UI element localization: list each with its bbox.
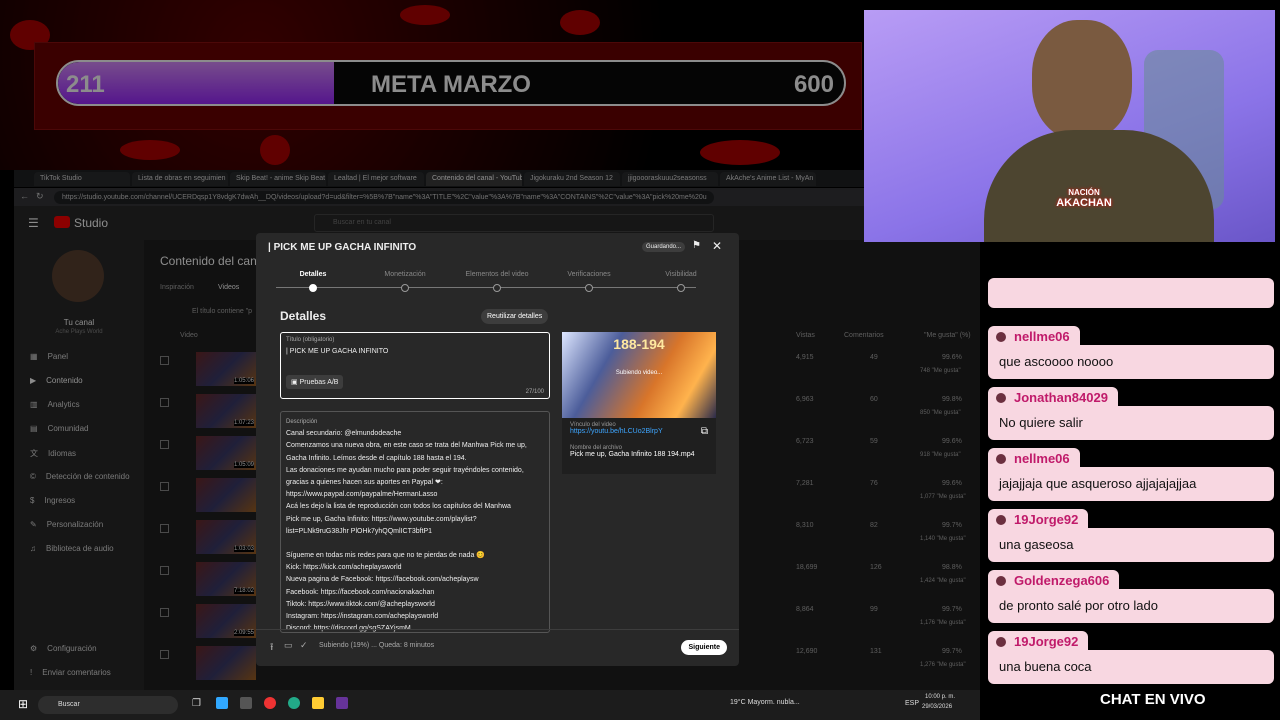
description-line: Acá les dejo la lista de reproducción co…: [286, 503, 511, 511]
description-label: Descripción: [286, 419, 318, 425]
user-badge-icon: [996, 454, 1006, 464]
saving-status: Guardando...: [642, 242, 686, 252]
title-value[interactable]: | PICK ME UP GACHA INFINITO: [286, 348, 544, 355]
check-icon: ✓: [300, 640, 308, 650]
description-line: Gacha Infinito. Leímos desde el capítulo…: [286, 454, 467, 462]
description-line: Facebook: https://facebook.com/nacionaka…: [286, 588, 435, 596]
step-elementos[interactable]: Elementos del video: [457, 271, 537, 278]
description-line: gracias a quienes hacen sus aportes en P…: [286, 479, 443, 487]
description-line: Sígueme en todas mis redes para que no t…: [286, 552, 486, 560]
uploading-overlay: Subiendo video...: [615, 370, 663, 376]
video-link[interactable]: https://youtu.be/hLCUo2BlrpY: [570, 428, 708, 435]
photoshop-icon[interactable]: [216, 697, 228, 709]
description-line: Tiktok: https://www.tiktok.com/@acheplay…: [286, 600, 435, 608]
video-thumbnail: 188-194 Subiendo video...: [562, 332, 716, 418]
chat-message: No quiere salir: [988, 406, 1274, 440]
chat-message: de pronto salé por otro lado: [988, 589, 1274, 623]
video-info: Vínculo del video https://youtu.be/hLCUo…: [562, 418, 716, 474]
user-badge-icon: [996, 332, 1006, 342]
chat-message-clipped: [988, 278, 1274, 308]
step-visibilidad[interactable]: Visibilidad: [641, 271, 721, 278]
taskbar-search[interactable]: Buscar: [38, 696, 178, 714]
streamer-face: [1032, 20, 1132, 140]
dialog-footer: ⭱ ▭ ✓ Subiendo (19%) ... Queda: 8 minuto…: [256, 629, 739, 666]
premiere-icon[interactable]: [336, 697, 348, 709]
feedback-icon[interactable]: ⚑: [692, 240, 701, 251]
app-icon[interactable]: [240, 697, 252, 709]
description-line: Instagram: https://instagram.com/achepla…: [286, 613, 439, 621]
next-button[interactable]: Siguiente: [681, 640, 727, 655]
chat-message: jajajjaja que asqueroso ajjajajajjaa: [988, 467, 1274, 501]
thumbnail-caption: 188-194: [613, 336, 665, 352]
user-badge-icon: [996, 576, 1006, 586]
reuse-details-button[interactable]: Reutilizar detalles: [481, 309, 549, 324]
obs-icon[interactable]: [264, 697, 276, 709]
description-line: Canal secundario: @elmundodeache: [286, 430, 402, 438]
chat-panel: nellme06 que ascoooo noooo Jonathan84029 No…: [988, 264, 1274, 689]
upload-stepper: Detalles Monetización Elementos del vide…: [273, 271, 697, 292]
description-line: Nueva pagina de Facebook: https://facebo…: [286, 576, 479, 584]
user-badge-icon: [996, 393, 1006, 403]
file-name: Pick me up, Gacha Infinito 188 194.mp4: [570, 451, 695, 458]
upload-dialog: | PICK ME UP GACHA INFINITO Guardando...…: [256, 233, 739, 666]
description-line: Kick: https://kick.com/acheplaysworld: [286, 564, 402, 572]
title-field[interactable]: Título (obligatorio) | PICK ME UP GACHA …: [280, 332, 550, 399]
description-line: https://www.paypal.com/paypalme/HermanLa…: [286, 491, 438, 499]
description-text[interactable]: Canal secundario: @elmundodeache Comenzam…: [286, 428, 544, 632]
step-dot: [677, 284, 685, 292]
step-verificaciones[interactable]: Verificaciones: [549, 271, 629, 278]
copy-icon[interactable]: ⧉: [701, 426, 708, 437]
upload-status: Subiendo (19%) ... Queda: 8 minutos: [319, 642, 435, 649]
chat-label: CHAT EN VIVO: [1100, 691, 1206, 708]
ab-icon: ▣: [291, 379, 300, 386]
close-icon[interactable]: ✕: [712, 239, 722, 253]
description-line: [286, 538, 544, 550]
title-char-count: 27/100: [525, 389, 544, 395]
folder-icon[interactable]: [312, 697, 324, 709]
nation-badge: NACIÓN AKACHAN: [1056, 188, 1112, 209]
weather-status[interactable]: 19°C Mayorm. nubla...: [730, 699, 800, 706]
start-icon[interactable]: ⊞: [18, 697, 28, 711]
taskview-icon[interactable]: ❐: [192, 698, 201, 709]
ab-test-button[interactable]: ▣ Pruebas A/B: [286, 375, 344, 389]
description-line: Las donaciones me ayudan mucho para pode…: [286, 466, 524, 474]
description-line: Comenzamos una nueva obra, en este caso …: [286, 442, 527, 450]
step-detalles[interactable]: Detalles: [273, 271, 353, 278]
user-badge-icon: [996, 637, 1006, 647]
chat-message: una gaseosa: [988, 528, 1274, 562]
user-badge-icon: [996, 515, 1006, 525]
description-field[interactable]: Descripción Canal secundario: @elmundode…: [280, 411, 550, 633]
step-dot: [585, 284, 593, 292]
taskbar: ⊞ Buscar ❐ 19°C Mayorm. nubla... ESP 10:…: [0, 690, 980, 720]
clock-date[interactable]: 29/03/2026: [922, 704, 952, 710]
chat-message: una buena coca: [988, 650, 1274, 684]
dialog-title: | PICK ME UP GACHA INFINITO: [268, 242, 417, 253]
step-dot: [401, 284, 409, 292]
browser-icon[interactable]: [288, 697, 300, 709]
upload-icon: ⭱: [270, 642, 274, 653]
clock-time[interactable]: 10:00 p. m.: [925, 694, 955, 700]
description-line: list=PLNk9ruG38Jhr PlOHk7yhQQmlICT3bftP1: [286, 527, 433, 535]
webcam-feed: NACIÓN AKACHAN: [864, 10, 1275, 242]
step-dot-current: [309, 284, 317, 292]
step-monetizacion[interactable]: Monetización: [365, 271, 445, 278]
description-line: Pick me up, Gacha Infinito: https://www.…: [286, 515, 477, 523]
language-indicator[interactable]: ESP: [905, 700, 919, 707]
hd-icon: ▭: [284, 640, 293, 650]
chat-message: que ascoooo noooo: [988, 345, 1274, 379]
section-title: Detalles: [280, 309, 327, 323]
title-label: Título (obligatorio): [286, 337, 335, 343]
step-dot: [493, 284, 501, 292]
